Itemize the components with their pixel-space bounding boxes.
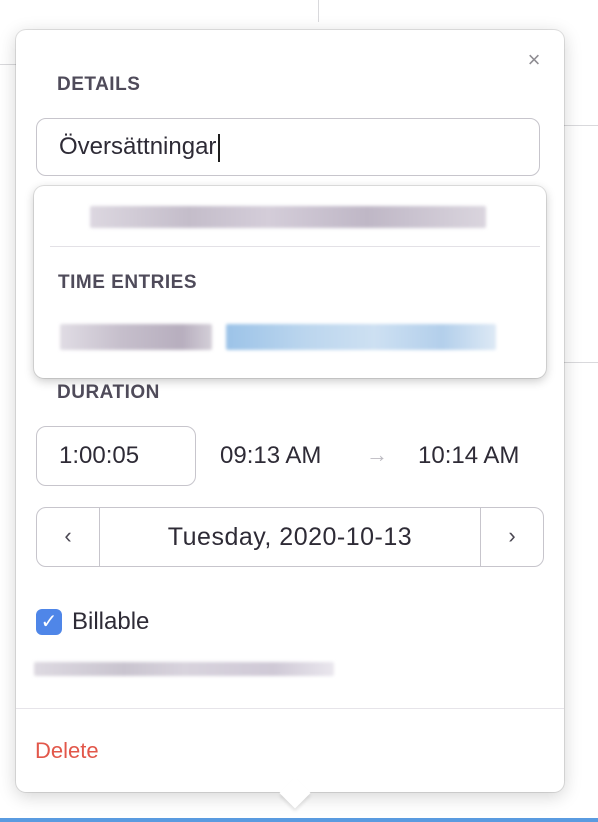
date-display[interactable]: Tuesday, 2020-10-13 — [99, 508, 481, 566]
redacted-entry-description[interactable] — [60, 324, 212, 350]
background-divider — [318, 0, 319, 22]
start-time[interactable]: 09:13 AM — [220, 442, 321, 470]
billable-row: ✓ Billable — [36, 608, 149, 636]
background-row-line — [564, 362, 598, 363]
background-bottom-bar — [0, 818, 598, 822]
description-value: Översättningar — [59, 133, 217, 160]
duration-label: DURATION — [57, 382, 160, 403]
time-entry-popover: × DETAILS Översättningar DURATION 1:00:0… — [16, 30, 564, 809]
time-entries-label: TIME ENTRIES — [58, 272, 198, 293]
description-input[interactable]: Översättningar — [36, 118, 540, 176]
popover-arrow — [279, 777, 311, 809]
autocomplete-dropdown: TIME ENTRIES — [34, 186, 546, 378]
billable-checkbox[interactable]: ✓ — [36, 609, 62, 635]
close-icon[interactable]: × — [524, 49, 544, 71]
background-row-line — [564, 125, 598, 126]
background-row-line — [0, 64, 16, 65]
footer-divider — [16, 708, 564, 709]
redacted-entry-project[interactable] — [226, 324, 496, 350]
redacted-suggestion[interactable] — [90, 206, 486, 228]
arrow-right-icon: → — [366, 442, 388, 467]
text-caret — [218, 133, 221, 162]
dropdown-divider — [50, 246, 540, 247]
duration-input[interactable]: 1:00:05 — [36, 426, 196, 486]
end-time[interactable]: 10:14 AM — [418, 442, 519, 470]
delete-button[interactable]: Delete — [35, 738, 99, 764]
redacted-project — [34, 662, 334, 676]
billable-label: Billable — [72, 608, 150, 635]
next-day-button[interactable]: › — [480, 508, 543, 566]
previous-day-button[interactable]: ‹ — [37, 508, 100, 566]
details-label: DETAILS — [57, 74, 141, 95]
date-picker: ‹ Tuesday, 2020-10-13 › — [36, 507, 544, 567]
